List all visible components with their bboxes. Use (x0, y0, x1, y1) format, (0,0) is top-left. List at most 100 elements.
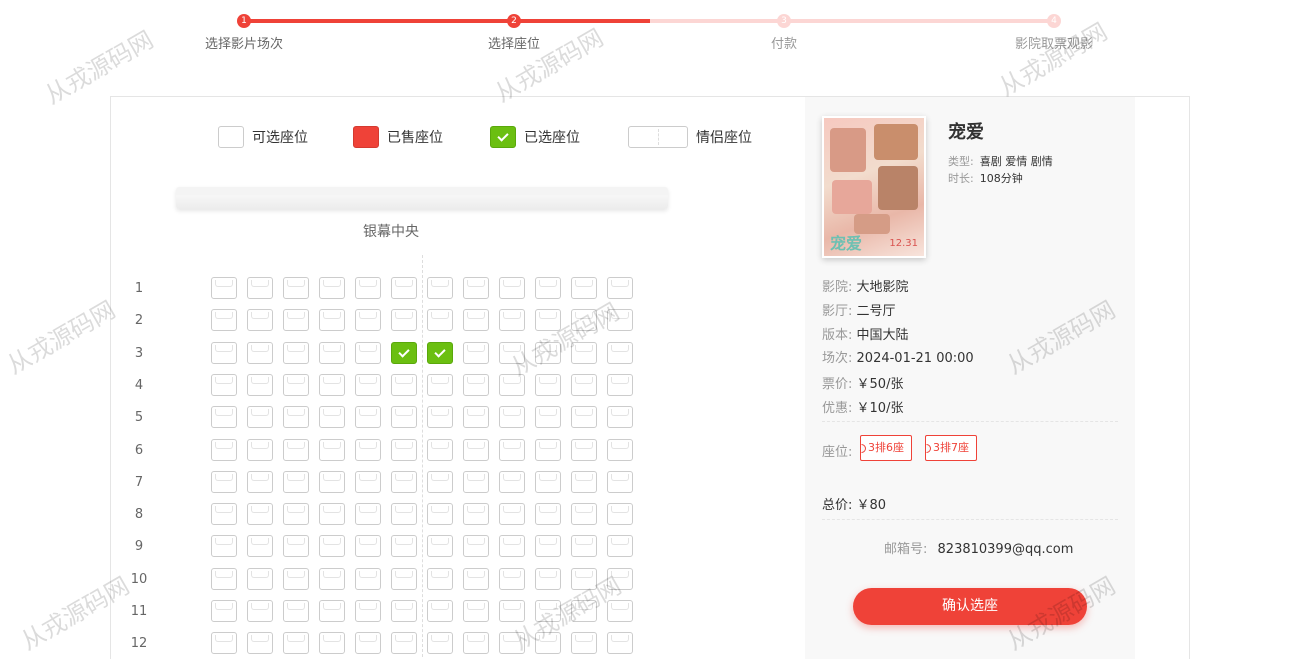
seat-available[interactable] (283, 341, 309, 364)
seat-available[interactable] (427, 406, 453, 429)
seat-available[interactable] (571, 567, 597, 590)
seat-available[interactable] (463, 632, 489, 655)
seat-available[interactable] (355, 567, 381, 590)
seat-available[interactable] (427, 535, 453, 558)
seat-available[interactable] (607, 567, 633, 590)
seat-available[interactable] (607, 470, 633, 493)
seat-available[interactable] (283, 277, 309, 299)
seat-available[interactable] (571, 373, 597, 396)
seat-available[interactable] (607, 600, 633, 622)
seat-available[interactable] (571, 341, 597, 364)
seat-available[interactable] (571, 503, 597, 526)
seat-available[interactable] (463, 277, 489, 299)
seat-available[interactable] (499, 632, 525, 655)
seat-available[interactable] (319, 406, 345, 429)
seat-available[interactable] (463, 438, 489, 461)
seat-available[interactable] (247, 309, 273, 332)
seat-ticket-tag[interactable]: 3排6座 (860, 435, 912, 461)
seat-available[interactable] (211, 470, 237, 493)
seat-available[interactable] (391, 438, 417, 461)
seat-available[interactable] (319, 309, 345, 332)
seat-available[interactable] (499, 470, 525, 493)
seat-available[interactable] (355, 632, 381, 655)
seat-available[interactable] (391, 503, 417, 526)
seat-available[interactable] (571, 600, 597, 622)
seat-available[interactable] (283, 406, 309, 429)
seat-available[interactable] (535, 406, 561, 429)
seat-available[interactable] (247, 567, 273, 590)
seat-available[interactable] (607, 341, 633, 364)
seat-available[interactable] (571, 406, 597, 429)
seat-available[interactable] (247, 341, 273, 364)
seat-available[interactable] (247, 277, 273, 299)
seat-available[interactable] (535, 503, 561, 526)
seat-available[interactable] (463, 503, 489, 526)
seat-available[interactable] (355, 309, 381, 332)
seat-available[interactable] (319, 503, 345, 526)
seat-available[interactable] (247, 470, 273, 493)
seat-available[interactable] (427, 309, 453, 332)
seat-available[interactable] (499, 503, 525, 526)
seat-available[interactable] (283, 438, 309, 461)
seat-available[interactable] (247, 600, 273, 622)
seat-available[interactable] (535, 373, 561, 396)
seat-available[interactable] (355, 341, 381, 364)
seat-available[interactable] (355, 535, 381, 558)
seat-available[interactable] (283, 600, 309, 622)
seat-available[interactable] (247, 373, 273, 396)
seat-available[interactable] (535, 567, 561, 590)
seat-available[interactable] (571, 535, 597, 558)
seat-available[interactable] (319, 600, 345, 622)
seat-selected[interactable] (391, 341, 417, 364)
seat-available[interactable] (535, 438, 561, 461)
seat-available[interactable] (211, 438, 237, 461)
seat-available[interactable] (571, 309, 597, 332)
seat-available[interactable] (247, 406, 273, 429)
seat-selected[interactable] (427, 341, 453, 364)
seat-available[interactable] (283, 535, 309, 558)
seat-available[interactable] (571, 632, 597, 655)
seat-available[interactable] (211, 309, 237, 332)
seat-available[interactable] (427, 567, 453, 590)
seat-available[interactable] (499, 277, 525, 299)
seat-available[interactable] (499, 341, 525, 364)
seat-available[interactable] (535, 277, 561, 299)
seat-available[interactable] (463, 470, 489, 493)
seat-available[interactable] (247, 632, 273, 655)
seat-available[interactable] (391, 470, 417, 493)
seat-available[interactable] (319, 470, 345, 493)
seat-available[interactable] (319, 567, 345, 590)
seat-available[interactable] (607, 438, 633, 461)
seat-available[interactable] (463, 406, 489, 429)
seat-available[interactable] (499, 406, 525, 429)
seat-available[interactable] (355, 470, 381, 493)
seat-available[interactable] (607, 632, 633, 655)
seat-available[interactable] (535, 470, 561, 493)
seat-available[interactable] (571, 277, 597, 299)
seat-available[interactable] (355, 438, 381, 461)
seat-available[interactable] (427, 503, 453, 526)
seat-available[interactable] (499, 600, 525, 622)
seat-available[interactable] (607, 535, 633, 558)
seat-available[interactable] (499, 373, 525, 396)
seat-available[interactable] (427, 277, 453, 299)
seat-available[interactable] (211, 373, 237, 396)
seat-available[interactable] (391, 309, 417, 332)
seat-available[interactable] (319, 632, 345, 655)
seat-available[interactable] (391, 567, 417, 590)
seat-available[interactable] (427, 632, 453, 655)
seat-available[interactable] (391, 632, 417, 655)
confirm-seat-button[interactable]: 确认选座 (853, 588, 1087, 625)
seat-available[interactable] (355, 277, 381, 299)
seat-available[interactable] (283, 567, 309, 590)
seat-available[interactable] (535, 535, 561, 558)
seat-ticket-tag[interactable]: 3排7座 (925, 435, 977, 461)
seat-available[interactable] (499, 309, 525, 332)
seat-available[interactable] (427, 600, 453, 622)
seat-available[interactable] (499, 567, 525, 590)
seat-available[interactable] (211, 406, 237, 429)
seat-available[interactable] (463, 341, 489, 364)
seat-available[interactable] (427, 470, 453, 493)
seat-available[interactable] (427, 438, 453, 461)
seat-available[interactable] (283, 632, 309, 655)
